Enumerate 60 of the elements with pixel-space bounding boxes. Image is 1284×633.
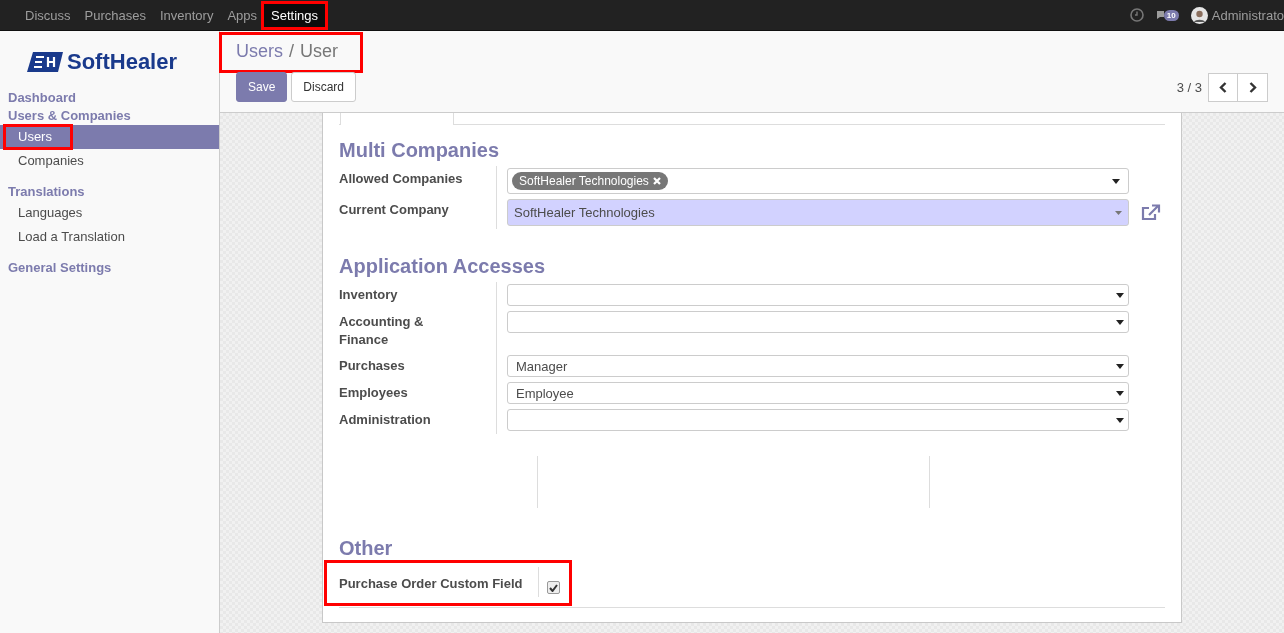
remove-icon <box>652 177 661 185</box>
user-name[interactable]: Administrato <box>1211 7 1284 23</box>
sidebar-item[interactable]: Languages <box>0 201 219 225</box>
section-title: Application Accesses <box>339 255 546 278</box>
checkbox[interactable] <box>547 581 560 594</box>
select-field[interactable] <box>507 284 1129 306</box>
tag-label: SoftHealer Technologies <box>519 174 649 188</box>
field-label: Current Company <box>339 197 497 229</box>
field-label: Purchases <box>339 353 497 380</box>
section-title: Other <box>339 537 394 559</box>
tags-field[interactable]: SoftHealer Technologies <box>507 168 1129 194</box>
menu-item[interactable]: Discuss <box>18 3 78 27</box>
section-title: Multi Companies <box>339 139 500 162</box>
avatar-icon <box>1190 6 1208 24</box>
external-link-icon <box>1141 203 1161 222</box>
external-link-button[interactable] <box>1141 203 1161 222</box>
menu-section-header[interactable]: Users & Companies <box>0 107 219 125</box>
breadcrumb-current: User <box>300 41 339 63</box>
caret-down-icon <box>1116 292 1124 298</box>
field-label: Inventory <box>339 282 497 309</box>
sidebar-item[interactable]: Load a Translation <box>0 225 219 249</box>
field-label: Employees <box>339 380 497 407</box>
chevron-left-icon <box>1219 81 1227 93</box>
menu-item[interactable]: Apps <box>220 3 265 27</box>
menu-item[interactable]: Settings <box>264 3 326 27</box>
clock-icon <box>1129 8 1144 22</box>
menu-section-header[interactable]: Translations <box>0 183 219 201</box>
menu-item[interactable]: Purchases <box>77 3 153 27</box>
menu-section-header[interactable]: General Settings <box>0 259 219 277</box>
brand-name: SoftHealer <box>67 49 178 75</box>
breadcrumb-separator: / <box>289 41 295 63</box>
previous-button[interactable] <box>1208 72 1238 102</box>
breadcrumb-link[interactable]: Users <box>236 41 283 70</box>
caret-down-icon <box>1116 363 1124 369</box>
next-button[interactable] <box>1238 72 1268 102</box>
pager-counter: 3 / 3 <box>1176 79 1202 95</box>
caret-down-icon <box>1115 210 1122 215</box>
field-label: Accounting & Finance <box>339 309 497 353</box>
discard-button[interactable]: Discard <box>291 72 357 102</box>
company-select[interactable]: SoftHealer Technologies <box>507 199 1129 226</box>
save-button[interactable]: Save <box>236 72 288 102</box>
logo-mark-icon <box>27 52 63 72</box>
field-label: Purchase Order Custom Field <box>339 567 539 597</box>
caret-down-icon <box>1116 319 1124 325</box>
field-label: Administration <box>339 407 497 434</box>
field-label: Allowed Companies <box>339 166 497 197</box>
sidebar-item[interactable]: Users <box>4 125 72 149</box>
menu-item[interactable]: Inventory <box>152 3 221 27</box>
sidebar-item[interactable]: Companies <box>0 149 219 173</box>
menu-section-header[interactable]: Dashboard <box>0 89 219 107</box>
select-field[interactable]: Manager <box>507 355 1129 377</box>
chevron-right-icon <box>1248 81 1257 93</box>
select-field[interactable]: Employee <box>507 382 1129 404</box>
caret-down-icon <box>1112 178 1120 184</box>
caret-down-icon <box>1116 417 1124 423</box>
message-count-badge: 10 <box>1163 9 1179 21</box>
select-field[interactable] <box>507 409 1129 431</box>
select-field[interactable] <box>507 311 1129 333</box>
checkmark-icon <box>549 583 558 592</box>
caret-down-icon <box>1116 390 1124 396</box>
